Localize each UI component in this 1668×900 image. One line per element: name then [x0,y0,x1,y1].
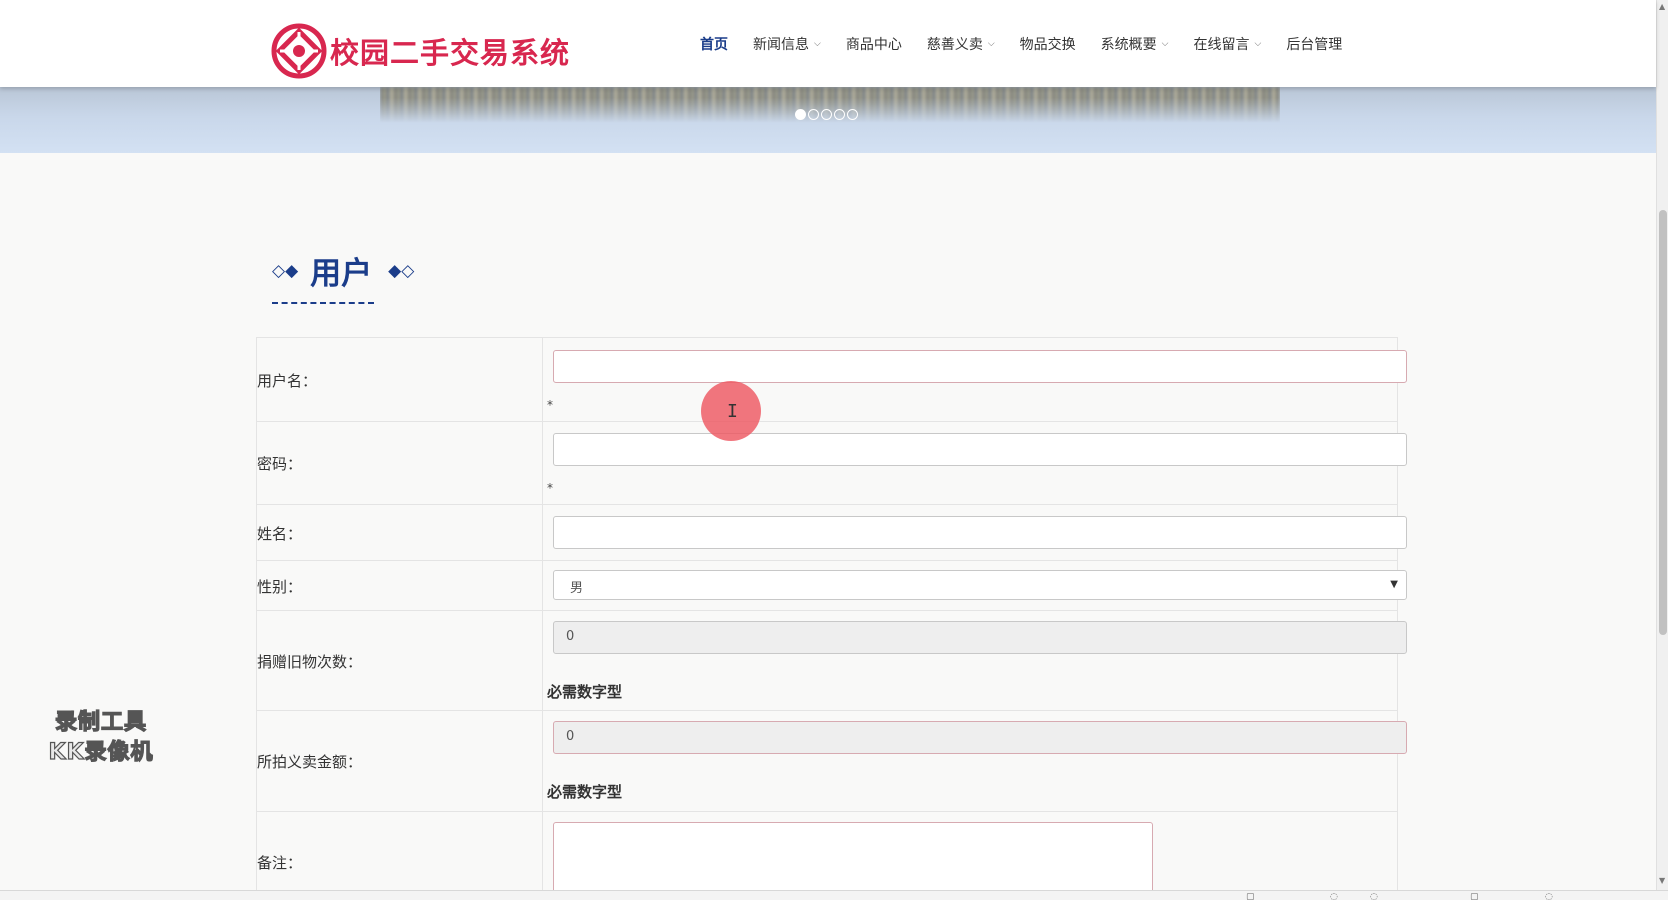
form-row-gender: 性别： 男 ▼ [257,561,1407,611]
title-decoration-right: ◆◇ [388,260,415,281]
watermark-line-1: 录制工具 [54,709,147,735]
status-icon: ▢ [1470,892,1479,900]
carousel-dot[interactable] [821,109,832,120]
carousel-dot[interactable] [808,109,819,120]
banner-carousel [0,87,1656,153]
site-logo[interactable]: 校园二手交易系统 [270,22,570,80]
form-row-charity-amount: 所拍义卖金额： 0 必需数字型 [257,711,1407,812]
charity-amount-hint: 必需数字型 [547,783,623,801]
nav-item-home[interactable]: 首页 [700,34,728,54]
form-row-password: 密码： * [257,422,1407,505]
nav-item-online-message[interactable]: 在线留言 ⌵ [1193,34,1261,54]
gender-select[interactable]: 男 ▼ [553,570,1407,600]
watermark-line-2: KK录像机 [48,739,154,765]
username-required-mark: * [547,398,553,412]
title-underline [272,302,374,304]
donation-count-label: 捐赠旧物次数： [257,653,363,671]
donation-count-input[interactable]: 0 [553,621,1407,654]
remark-textarea[interactable] [553,822,1153,900]
carousel-dot[interactable] [847,109,858,120]
carousel-dot[interactable] [834,109,845,120]
form-row-username: 用户名： * [257,338,1407,422]
password-label: 密码： [257,455,303,473]
chevron-down-icon: ⌵ [1254,38,1262,49]
password-required-mark: * [547,481,553,495]
name-input[interactable] [553,516,1407,549]
carousel-dots [795,109,860,120]
nav-item-system-overview[interactable]: 系统概要 ⌵ [1101,34,1169,54]
remark-label: 备注： [257,854,303,872]
text-cursor-icon: I [727,401,738,422]
page-title: 用户 [310,256,373,292]
chevron-down-icon: ⌵ [987,38,995,49]
gender-label: 性别： [257,578,303,596]
form-row-donation-count: 捐赠旧物次数： 0 必需数字型 [257,611,1407,711]
user-form: 用户名： * 密码： * 姓名： 性别： 男 ▼ 捐赠旧物次数： 0 必需数字型… [256,337,1407,900]
username-input[interactable] [553,350,1407,383]
password-input[interactable] [553,433,1407,466]
title-decoration-left: ◇◆ [272,260,299,281]
nav-item-products[interactable]: 商品中心 [846,34,902,54]
dropdown-arrow-icon: ▼ [1390,579,1398,590]
donation-count-hint: 必需数字型 [547,683,623,701]
chevron-down-icon: ⌵ [814,38,821,49]
form-row-remark: 备注： [257,812,1397,900]
site-header: 校园二手交易系统 首页 新闻信息 ⌵ 商品中心 慈善义卖 ⌵ 物品交换 系统概要 ⌵ … [0,0,1656,87]
carousel-dot[interactable] [795,109,806,120]
main-nav: 首页 新闻信息 ⌵ 商品中心 慈善义卖 ⌵ 物品交换 系统概要 ⌵ 在线留言 ⌵ 后台管… [700,0,1367,87]
nav-item-news[interactable]: 新闻信息 ⌵ [753,34,821,54]
section-title: ◇◆ 用户 ◆◇ [270,248,416,293]
status-icon: ◌ [1545,892,1553,900]
gender-selected-value: 男 [570,581,584,596]
browser-status-bar: ▢ ◌ ◌ ▢ ◌ [0,890,1668,900]
scroll-down-arrow-icon[interactable]: ▼ [1659,876,1665,885]
charity-amount-input[interactable]: 0 [553,721,1407,754]
name-label: 姓名： [257,525,303,543]
logo-emblem-icon [271,23,327,79]
scrollbar-thumb[interactable] [1659,210,1667,635]
status-icon: ◌ [1370,892,1378,900]
status-icon: ▢ [1246,892,1255,900]
form-row-name: 姓名： [257,505,1407,561]
charity-amount-label: 所拍义卖金额： [257,753,363,771]
site-logo-text: 校园二手交易系统 [330,36,571,70]
nav-item-admin[interactable]: 后台管理 [1286,34,1342,54]
chevron-down-icon: ⌵ [1161,38,1169,49]
status-icon: ◌ [1330,892,1338,900]
recorder-watermark: 录制工具 KK录像机 [32,708,170,768]
username-label: 用户名： [257,372,318,390]
nav-item-item-exchange[interactable]: 物品交换 [1020,34,1076,54]
scroll-up-arrow-icon[interactable]: ▲ [1659,2,1665,11]
nav-item-charity-sale[interactable]: 慈善义卖 ⌵ [927,34,995,54]
page-scrollbar[interactable]: ▲ ▼ [1656,0,1668,890]
